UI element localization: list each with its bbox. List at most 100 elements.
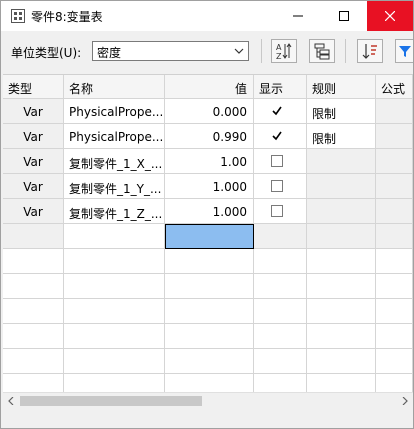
sort-az-icon: A Z (276, 43, 292, 60)
cell-formula[interactable] (376, 149, 413, 174)
hierarchy-button[interactable] (309, 39, 335, 63)
empty-cell (3, 274, 64, 299)
cell-value[interactable]: 0.990 (165, 124, 254, 149)
empty-cell (165, 299, 254, 324)
cell-type[interactable]: Var (3, 99, 64, 124)
sort-order-icon (362, 44, 377, 59)
cell-show (254, 199, 307, 224)
empty-cell (165, 274, 254, 299)
empty-cell (64, 299, 165, 324)
show-checkbox[interactable] (271, 205, 283, 217)
svg-text:Z: Z (276, 52, 282, 60)
cell-rule[interactable] (307, 199, 376, 224)
close-button[interactable] (367, 1, 413, 31)
cell-type[interactable]: Var (3, 149, 64, 174)
show-checkbox[interactable] (271, 155, 283, 167)
chevron-right-icon (402, 397, 408, 405)
empty-cell (254, 249, 307, 274)
empty-cell (3, 374, 64, 392)
cell-show (254, 99, 307, 124)
column-header-value[interactable]: 值 (165, 75, 254, 99)
column-header-name[interactable]: 名称 (64, 75, 165, 99)
title-bar: 零件8:变量表 (1, 1, 413, 31)
cell-value[interactable]: 1.000 (165, 199, 254, 224)
horizontal-scrollbar[interactable] (3, 392, 413, 408)
cell-show (254, 149, 307, 174)
sort-order-button[interactable] (357, 39, 383, 63)
cell-value[interactable]: 1.000 (165, 174, 254, 199)
cell-name[interactable]: 复制零件_1_Y_... (64, 174, 165, 199)
cell-formula[interactable] (376, 174, 413, 199)
cell-type[interactable]: Var (3, 199, 64, 224)
cell-rule[interactable]: 限制 (307, 124, 376, 149)
empty-cell (254, 299, 307, 324)
minimize-icon (293, 15, 303, 17)
chevron-down-icon (234, 48, 244, 54)
new-row-show-cell[interactable] (254, 224, 307, 249)
show-checkbox[interactable] (271, 105, 283, 117)
empty-cell (3, 249, 64, 274)
filter-button[interactable] (395, 39, 413, 63)
empty-cell (165, 324, 254, 349)
new-row-rule-cell[interactable] (307, 224, 376, 249)
empty-cell (307, 349, 376, 374)
empty-cell (64, 274, 165, 299)
selected-value-cell[interactable] (165, 224, 254, 249)
cell-formula[interactable] (376, 99, 413, 124)
show-checkbox[interactable] (271, 130, 283, 142)
empty-cell (64, 324, 165, 349)
empty-cell (254, 324, 307, 349)
column-header-type[interactable]: 类型 (3, 75, 64, 99)
empty-cell (3, 324, 64, 349)
scroll-thumb[interactable] (20, 396, 202, 406)
cell-rule[interactable]: 限制 (307, 99, 376, 124)
filter-icon (398, 46, 411, 57)
cell-type[interactable]: Var (3, 174, 64, 199)
svg-text:A: A (276, 43, 282, 52)
empty-cell (376, 324, 413, 349)
cell-formula[interactable] (376, 124, 413, 149)
cell-formula[interactable] (376, 199, 413, 224)
scroll-left-button[interactable] (3, 393, 19, 409)
empty-cell (64, 249, 165, 274)
new-row-formula-cell[interactable] (376, 224, 413, 249)
maximize-icon (339, 11, 349, 21)
checkmark-icon (272, 106, 282, 116)
empty-cell (307, 324, 376, 349)
show-checkbox[interactable] (271, 180, 283, 192)
hierarchy-icon (314, 43, 330, 60)
cell-value[interactable]: 1.00 (165, 149, 254, 174)
empty-cell (64, 349, 165, 374)
new-row-name-cell[interactable] (64, 224, 165, 249)
toolbar: 单位类型(U): 密度 A Z (1, 31, 413, 71)
variable-grid[interactable]: 类型 名称 值 显示 规则 公式 Var PhysicalPrope... 0.… (3, 74, 413, 392)
maximize-button[interactable] (321, 1, 367, 31)
cell-rule[interactable] (307, 174, 376, 199)
empty-cell (307, 299, 376, 324)
cell-name[interactable]: 复制零件_1_X_... (64, 149, 165, 174)
cell-name[interactable]: PhysicalPrope... (64, 124, 165, 149)
cell-name[interactable]: 复制零件_1_Z_... (64, 199, 165, 224)
sort-az-button[interactable]: A Z (271, 39, 297, 63)
empty-cell (376, 299, 413, 324)
scroll-right-button[interactable] (397, 393, 413, 409)
empty-cell (376, 349, 413, 374)
column-header-show[interactable]: 显示 (254, 75, 307, 99)
column-header-formula[interactable]: 公式 (376, 75, 413, 99)
minimize-button[interactable] (275, 1, 321, 31)
cell-value[interactable]: 0.000 (165, 99, 254, 124)
unit-type-select[interactable]: 密度 (92, 41, 249, 61)
empty-cell (376, 249, 413, 274)
checkmark-icon (272, 131, 282, 141)
empty-cell (64, 374, 165, 392)
chevron-left-icon (8, 397, 14, 405)
empty-cell (254, 349, 307, 374)
cell-rule[interactable] (307, 149, 376, 174)
cell-name[interactable]: PhysicalPrope... (64, 99, 165, 124)
new-row-type-cell[interactable] (3, 224, 64, 249)
unit-type-value: 密度 (97, 46, 122, 60)
empty-cell (254, 274, 307, 299)
window-bottom-edge (1, 409, 413, 428)
cell-type[interactable]: Var (3, 124, 64, 149)
column-header-rule[interactable]: 规则 (307, 75, 376, 99)
